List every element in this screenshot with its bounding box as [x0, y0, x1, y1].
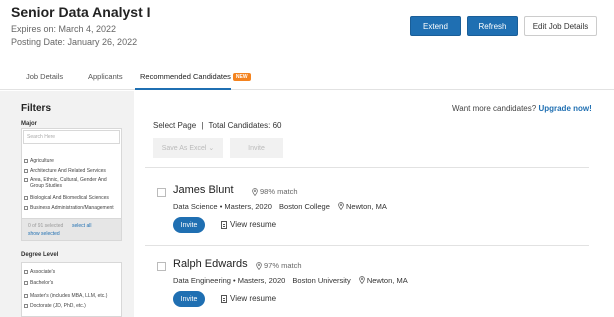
- save-as-excel-button[interactable]: Save As Excel ⌄: [153, 138, 223, 158]
- document-icon: [221, 220, 227, 229]
- view-resume-link[interactable]: View resume: [221, 294, 276, 303]
- major-filter-label: Major: [21, 121, 38, 127]
- location-pin-icon: [359, 276, 365, 284]
- location-pin-icon: [256, 261, 262, 270]
- candidate-location: Newton, MA: [346, 202, 387, 211]
- checkbox[interactable]: [24, 178, 28, 182]
- candidate-school: Boston College: [279, 202, 330, 211]
- refresh-button[interactable]: Refresh: [467, 16, 518, 36]
- upgrade-prompt: Want more candidates? Upgrade now!: [452, 104, 592, 113]
- major-option-biological[interactable]: Biological And Biomedical Sciences: [24, 195, 120, 201]
- major-filter-footer: 0 of 91 selected select all show selecte…: [21, 219, 122, 241]
- candidate-degree: Masters, 2020: [224, 202, 272, 211]
- candidate-details: Data Science • Masters, 2020 Boston Coll…: [173, 202, 387, 211]
- candidate-details: Data Engineering • Masters, 2020 Boston …: [173, 276, 408, 285]
- select-all-link[interactable]: select all: [72, 223, 91, 229]
- checkbox[interactable]: [24, 169, 28, 173]
- upgrade-text: Want more candidates?: [452, 104, 537, 113]
- divider: [145, 167, 589, 168]
- candidate-name[interactable]: James Blunt: [173, 184, 234, 196]
- location-pin-icon: [252, 187, 258, 196]
- chevron-down-icon: ⌄: [208, 145, 215, 152]
- match-score: 98% match: [252, 187, 298, 196]
- match-text: 97% match: [264, 261, 302, 270]
- location-pin-icon: [338, 202, 344, 210]
- tab-recommended-label: Recommended Candidates: [140, 72, 231, 81]
- major-option-architecture[interactable]: Architecture And Related Services: [24, 168, 120, 174]
- candidate-checkbox[interactable]: [157, 188, 166, 197]
- degree-filter-label: Degree Level: [21, 252, 59, 258]
- upgrade-link[interactable]: Upgrade now!: [538, 104, 591, 113]
- degree-option-associates[interactable]: Associate's: [24, 269, 55, 275]
- candidate-card: James Blunt 98% match Data Science • Mas…: [145, 183, 589, 239]
- show-selected-link[interactable]: show selected: [28, 231, 60, 237]
- candidate-degree: Masters, 2020: [237, 276, 286, 285]
- new-badge: NEW: [232, 73, 251, 81]
- candidate-checkbox[interactable]: [157, 262, 166, 271]
- major-search-input[interactable]: Search Here: [23, 130, 120, 144]
- extend-button[interactable]: Extend: [410, 16, 461, 36]
- checkbox[interactable]: [24, 159, 28, 163]
- degree-option-doctorate[interactable]: Doctorate (JD, PhD, etc.): [24, 303, 86, 309]
- match-score: 97% match: [256, 261, 302, 270]
- checkbox[interactable]: [24, 281, 28, 285]
- selected-count: 0 of 91 selected: [28, 223, 64, 229]
- results-toolbar: Select Page | Total Candidates: 60: [153, 121, 281, 130]
- view-resume-link[interactable]: View resume: [221, 220, 276, 229]
- invite-button[interactable]: Invite: [173, 217, 205, 233]
- candidate-card: Ralph Edwards 97% match Data Engineering…: [145, 257, 589, 313]
- document-icon: [221, 294, 227, 303]
- tab-recommended-candidates[interactable]: Recommended Candidates NEW: [140, 72, 251, 81]
- major-option-area-studies[interactable]: Area, Ethnic, Cultural, Gender And Group…: [24, 177, 120, 189]
- filters-title: Filters: [21, 103, 52, 114]
- major-option-agriculture[interactable]: Agriculture: [24, 158, 120, 164]
- tab-job-details[interactable]: Job Details: [26, 72, 63, 81]
- divider: [145, 245, 589, 246]
- expiry-date: Expires on: March 4, 2022: [11, 24, 117, 34]
- degree-option-bachelors[interactable]: Bachelor's: [24, 280, 53, 286]
- candidate-location: Newton, MA: [366, 276, 408, 285]
- candidate-name[interactable]: Ralph Edwards: [173, 258, 248, 270]
- edit-job-details-button[interactable]: Edit Job Details: [524, 16, 597, 36]
- job-header: Senior Data Analyst I Expires on: March …: [0, 0, 614, 58]
- major-option-business[interactable]: Business Administration/Management: [24, 205, 120, 211]
- checkbox[interactable]: [24, 294, 28, 298]
- separator: |: [201, 121, 204, 130]
- degree-option-masters[interactable]: Master's (includes MBA, LLM, etc.): [24, 293, 107, 299]
- posting-date: Posting Date: January 26, 2022: [11, 37, 138, 47]
- tab-applicants[interactable]: Applicants: [88, 72, 123, 81]
- tab-bar: Job Details Applicants Recommended Candi…: [0, 64, 614, 90]
- checkbox[interactable]: [24, 196, 28, 200]
- invite-selected-button[interactable]: Invite: [230, 138, 283, 158]
- match-text: 98% match: [260, 187, 298, 196]
- select-page-link[interactable]: Select Page: [153, 121, 196, 130]
- invite-button[interactable]: Invite: [173, 291, 205, 307]
- total-candidates: Total Candidates: 60: [208, 121, 282, 130]
- candidate-field: Data Engineering: [173, 276, 231, 285]
- checkbox[interactable]: [24, 206, 28, 210]
- candidate-school: Boston University: [292, 276, 351, 285]
- checkbox[interactable]: [24, 270, 28, 274]
- job-title: Senior Data Analyst I: [11, 4, 151, 20]
- candidate-field: Data Science: [173, 202, 218, 211]
- active-tab-indicator: [135, 88, 231, 90]
- checkbox[interactable]: [24, 304, 28, 308]
